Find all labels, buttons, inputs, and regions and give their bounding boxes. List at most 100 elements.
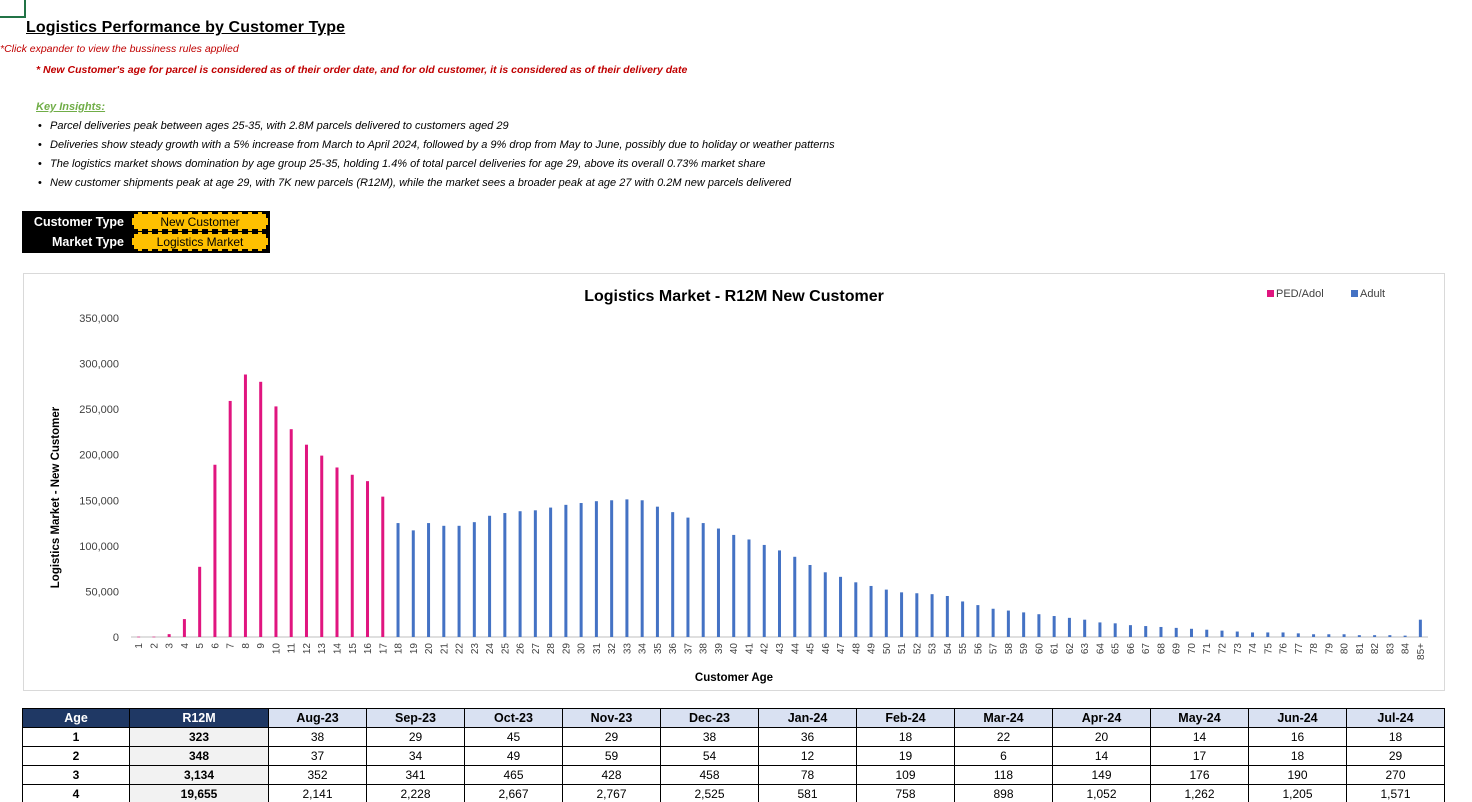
age-distribution-chart[interactable]: Logistics Market - R12M New Customer PED/… <box>23 273 1445 691</box>
bar <box>579 503 583 637</box>
month-cell[interactable]: 16 <box>1248 727 1347 747</box>
active-cell-marker[interactable] <box>0 0 26 18</box>
month-cell[interactable]: 45 <box>464 727 563 747</box>
month-cell[interactable]: 2,767 <box>562 784 661 802</box>
x-tick-label: 45 <box>806 643 817 655</box>
month-cell[interactable]: 29 <box>562 727 661 747</box>
x-tick-label: 84 <box>1401 643 1412 655</box>
column-header[interactable]: Age <box>22 708 130 728</box>
column-header[interactable]: Nov-23 <box>562 708 661 728</box>
column-header[interactable]: Jan-24 <box>758 708 857 728</box>
age-cell[interactable]: 3 <box>22 765 130 785</box>
month-cell[interactable]: 19 <box>856 746 955 766</box>
month-cell[interactable]: 14 <box>1052 746 1151 766</box>
month-cell[interactable]: 18 <box>856 727 955 747</box>
legend-swatch <box>1267 290 1274 297</box>
x-tick-label: 25 <box>500 643 511 655</box>
month-cell[interactable]: 29 <box>366 727 465 747</box>
month-cell[interactable]: 581 <box>758 784 857 802</box>
month-cell[interactable]: 38 <box>268 727 367 747</box>
x-tick-label: 67 <box>1141 643 1152 655</box>
month-cell[interactable]: 14 <box>1150 727 1249 747</box>
month-cell[interactable]: 428 <box>562 765 661 785</box>
column-header[interactable]: Sep-23 <box>366 708 465 728</box>
month-cell[interactable]: 6 <box>954 746 1053 766</box>
month-cell[interactable]: 1,205 <box>1248 784 1347 802</box>
age-cell[interactable]: 1 <box>22 727 130 747</box>
x-tick-label: 83 <box>1385 643 1396 655</box>
month-cell[interactable]: 118 <box>954 765 1053 785</box>
month-cell[interactable]: 2,141 <box>268 784 367 802</box>
column-header[interactable]: Oct-23 <box>464 708 563 728</box>
month-cell[interactable]: 78 <box>758 765 857 785</box>
month-cell[interactable]: 1,262 <box>1150 784 1249 802</box>
customer-type-dropdown[interactable]: New Customer <box>132 212 268 231</box>
column-header[interactable]: May-24 <box>1150 708 1249 728</box>
y-tick-label: 150,000 <box>79 495 119 507</box>
month-cell[interactable]: 758 <box>856 784 955 802</box>
month-cell[interactable]: 2,525 <box>660 784 759 802</box>
key-insights-heading: Key Insights: <box>36 101 106 113</box>
column-header[interactable]: Jul-24 <box>1346 708 1445 728</box>
month-cell[interactable]: 109 <box>856 765 955 785</box>
bar <box>701 523 705 637</box>
r12m-cell[interactable]: 19,655 <box>129 784 269 802</box>
age-cell[interactable]: 2 <box>22 746 130 766</box>
x-tick-label: 3 <box>165 643 176 649</box>
column-header[interactable]: Dec-23 <box>660 708 759 728</box>
age-cell[interactable]: 4 <box>22 784 130 802</box>
x-tick-label: 19 <box>409 643 420 655</box>
r12m-cell[interactable]: 348 <box>129 746 269 766</box>
month-cell[interactable]: 176 <box>1150 765 1249 785</box>
month-cell[interactable]: 17 <box>1150 746 1249 766</box>
column-header[interactable]: Apr-24 <box>1052 708 1151 728</box>
month-cell[interactable]: 352 <box>268 765 367 785</box>
month-cell[interactable]: 1,052 <box>1052 784 1151 802</box>
table-header-row: Age R12M Aug-23 Sep-23 Oct-23 Nov-23 Dec… <box>22 708 1445 728</box>
column-header[interactable]: R12M <box>129 708 269 728</box>
x-tick-label: 51 <box>897 643 908 655</box>
month-cell[interactable]: 12 <box>758 746 857 766</box>
bar <box>854 582 858 637</box>
x-tick-label: 71 <box>1202 643 1213 655</box>
month-cell[interactable]: 2,667 <box>464 784 563 802</box>
column-header[interactable]: Mar-24 <box>954 708 1053 728</box>
month-cell[interactable]: 54 <box>660 746 759 766</box>
month-cell[interactable]: 149 <box>1052 765 1151 785</box>
month-cell[interactable]: 465 <box>464 765 563 785</box>
month-cell[interactable]: 898 <box>954 784 1053 802</box>
month-cell[interactable]: 59 <box>562 746 661 766</box>
month-cell[interactable]: 270 <box>1346 765 1445 785</box>
x-tick-label: 6 <box>210 643 221 649</box>
market-type-dropdown[interactable]: Logistics Market <box>132 232 268 251</box>
month-cell[interactable]: 1,571 <box>1346 784 1445 802</box>
month-cell[interactable]: 36 <box>758 727 857 747</box>
month-cell[interactable]: 2,228 <box>366 784 465 802</box>
month-cell[interactable]: 20 <box>1052 727 1151 747</box>
r12m-cell[interactable]: 323 <box>129 727 269 747</box>
month-cell[interactable]: 38 <box>660 727 759 747</box>
r12m-cell[interactable]: 3,134 <box>129 765 269 785</box>
bar <box>366 481 370 637</box>
insight-item: • The logistics market shows domination b… <box>38 158 766 170</box>
expander-note[interactable]: *Click expander to view the bussiness ru… <box>0 43 239 55</box>
month-cell[interactable]: 29 <box>1346 746 1445 766</box>
bar <box>137 636 141 638</box>
month-cell[interactable]: 34 <box>366 746 465 766</box>
x-tick-label: 63 <box>1080 643 1091 655</box>
month-cell[interactable]: 18 <box>1346 727 1445 747</box>
x-tick-label: 39 <box>714 643 725 655</box>
month-cell[interactable]: 49 <box>464 746 563 766</box>
month-cell[interactable]: 458 <box>660 765 759 785</box>
column-header[interactable]: Feb-24 <box>856 708 955 728</box>
month-cell[interactable]: 37 <box>268 746 367 766</box>
column-header[interactable]: Jun-24 <box>1248 708 1347 728</box>
insight-item: • Deliveries show steady growth with a 5%… <box>38 139 835 151</box>
column-header[interactable]: Aug-23 <box>268 708 367 728</box>
bar <box>610 500 614 637</box>
y-axis-title: Logistics Market - New Customer <box>50 406 62 588</box>
month-cell[interactable]: 190 <box>1248 765 1347 785</box>
month-cell[interactable]: 341 <box>366 765 465 785</box>
month-cell[interactable]: 18 <box>1248 746 1347 766</box>
month-cell[interactable]: 22 <box>954 727 1053 747</box>
